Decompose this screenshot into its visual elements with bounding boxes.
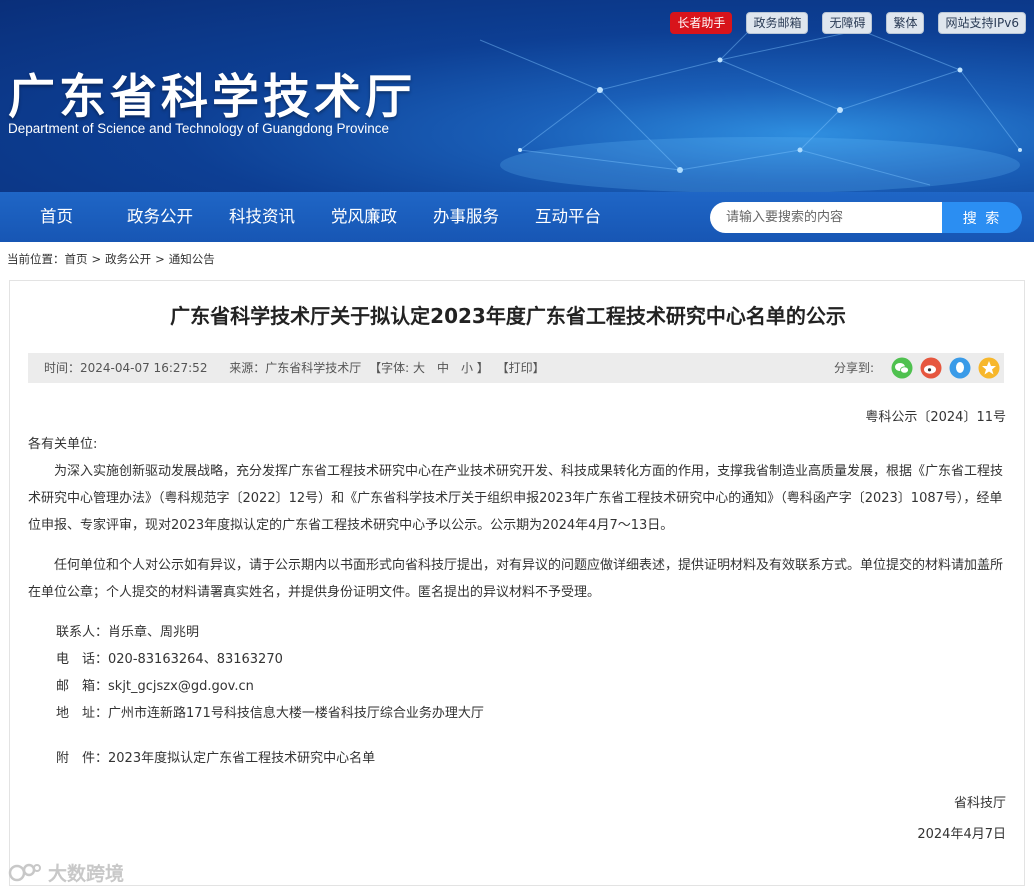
email-label: 邮 箱： <box>56 679 109 694</box>
salutation: 各有关单位: <box>28 437 98 452</box>
font-size-control[interactable]: 【字体: 大 中 小 】 <box>369 361 489 375</box>
gov-mail-link[interactable]: 政务邮箱 <box>746 12 809 34</box>
elder-assistant-link[interactable]: 长者助手 <box>670 12 733 34</box>
attachment-label: 附 件： <box>56 751 109 766</box>
site-subtitle: Department of Science and Technology of … <box>8 121 389 136</box>
nav-item-gov-affairs[interactable]: 政务公开 <box>127 192 193 242</box>
accessibility-link[interactable]: 无障碍 <box>822 12 873 34</box>
signature: 省科技厅 <box>953 796 1006 811</box>
top-links: 长者助手 政务邮箱 无障碍 繁体 网站支持IPv6 <box>670 12 1026 34</box>
phone-row: 电 话：020-83163264、83163270 <box>28 646 1006 673</box>
article-title: 广东省科学技术厅关于拟认定2023年度广东省工程技术研究中心名单的公示 <box>170 304 846 328</box>
paragraph-2: 任何单位和个人对公示如有异议，请于公示期内以书面形式向省科技厅提出，对有异议的问… <box>28 558 1004 600</box>
attachment-row: 附 件：2023年度拟认定广东省工程技术研究中心名单 <box>28 745 1006 772</box>
nav-item-party-integrity[interactable]: 党风廉政 <box>331 192 397 242</box>
phone-label: 电 话： <box>56 652 109 667</box>
address-label: 地 址： <box>56 706 109 721</box>
traditional-chinese-link[interactable]: 繁体 <box>886 12 925 34</box>
watermark-logo-icon <box>8 863 41 881</box>
share-label: 分享到: <box>833 361 874 375</box>
article-source: 来源：广东省科学技术厅 <box>229 361 362 375</box>
watermark: 大数跨境 <box>8 859 124 886</box>
contact-value: 肖乐章、周兆明 <box>108 625 200 640</box>
qq-icon[interactable] <box>949 357 971 379</box>
search-input[interactable] <box>710 202 942 233</box>
contact-label: 联系人： <box>56 625 109 640</box>
share-bar: 分享到: <box>834 357 1000 379</box>
qzone-icon[interactable] <box>978 357 1000 379</box>
nav-item-home[interactable]: 首页 <box>40 192 73 242</box>
paragraph-1: 为深入实施创新驱动发展战略，充分发挥广东省工程技术研究中心在产业技术研究开发、科… <box>28 464 1004 533</box>
weibo-icon[interactable] <box>920 357 942 379</box>
breadcrumb: 当前位置：首页 > 政务公开 > 通知公告 <box>7 251 215 267</box>
address-value: 广州市连新路171号科技信息大楼一楼省科技厅综合业务办理大厅 <box>108 706 484 721</box>
search-button[interactable]: 搜 索 <box>942 202 1022 233</box>
breadcrumb-notices[interactable]: 通知公告 <box>169 252 215 266</box>
email-value: skjt_gcjszx@gd.gov.cn <box>108 679 254 694</box>
watermark-text: 大数跨境 <box>48 863 125 885</box>
nav-item-tech-news[interactable]: 科技资讯 <box>229 192 295 242</box>
publish-time: 时间：2024-04-07 16:27:52 <box>44 361 208 375</box>
phone-value: 020-83163264、83163270 <box>108 652 283 667</box>
breadcrumb-prefix: 当前位置： <box>7 252 65 266</box>
ipv6-support-badge: 网站支持IPv6 <box>938 12 1026 34</box>
email-row: 邮 箱：skjt_gcjszx@gd.gov.cn <box>28 673 1006 700</box>
article-body: 粤科公示〔2024〕11号 各有关单位: 为深入实施创新驱动发展战略，充分发挥广… <box>28 404 1006 848</box>
breadcrumb-separator: > <box>91 252 102 266</box>
search-box: 搜 索 <box>710 202 1022 233</box>
main-nav: 首页 政务公开 科技资讯 党风廉政 办事服务 互动平台 搜 索 <box>0 192 1034 242</box>
print-link[interactable]: 【打印】 <box>497 361 545 375</box>
nav-item-services[interactable]: 办事服务 <box>433 192 499 242</box>
address-row: 地 址：广州市连新路171号科技信息大楼一楼省科技厅综合业务办理大厅 <box>28 700 1006 727</box>
article-info-bar: 时间：2024-04-07 16:27:52 来源：广东省科学技术厅 【字体: … <box>28 353 1004 383</box>
breadcrumb-gov-affairs[interactable]: 政务公开 <box>105 252 151 266</box>
breadcrumb-separator: > <box>155 252 165 266</box>
contact-row: 联系人：肖乐章、周兆明 <box>28 619 1006 646</box>
doc-number: 粤科公示〔2024〕11号 <box>865 410 1006 425</box>
publish-date: 2024年4月7日 <box>917 827 1006 842</box>
site-banner: 广东省科学技术厅 Department of Science and Techn… <box>0 0 1034 192</box>
attachment-link[interactable]: 2023年度拟认定广东省工程技术研究中心名单 <box>108 751 375 766</box>
site-title: 广东省科学技术厅 <box>8 70 416 125</box>
wechat-icon[interactable] <box>891 357 913 379</box>
nav-item-interaction[interactable]: 互动平台 <box>535 192 601 242</box>
breadcrumb-home[interactable]: 首页 <box>65 252 88 266</box>
